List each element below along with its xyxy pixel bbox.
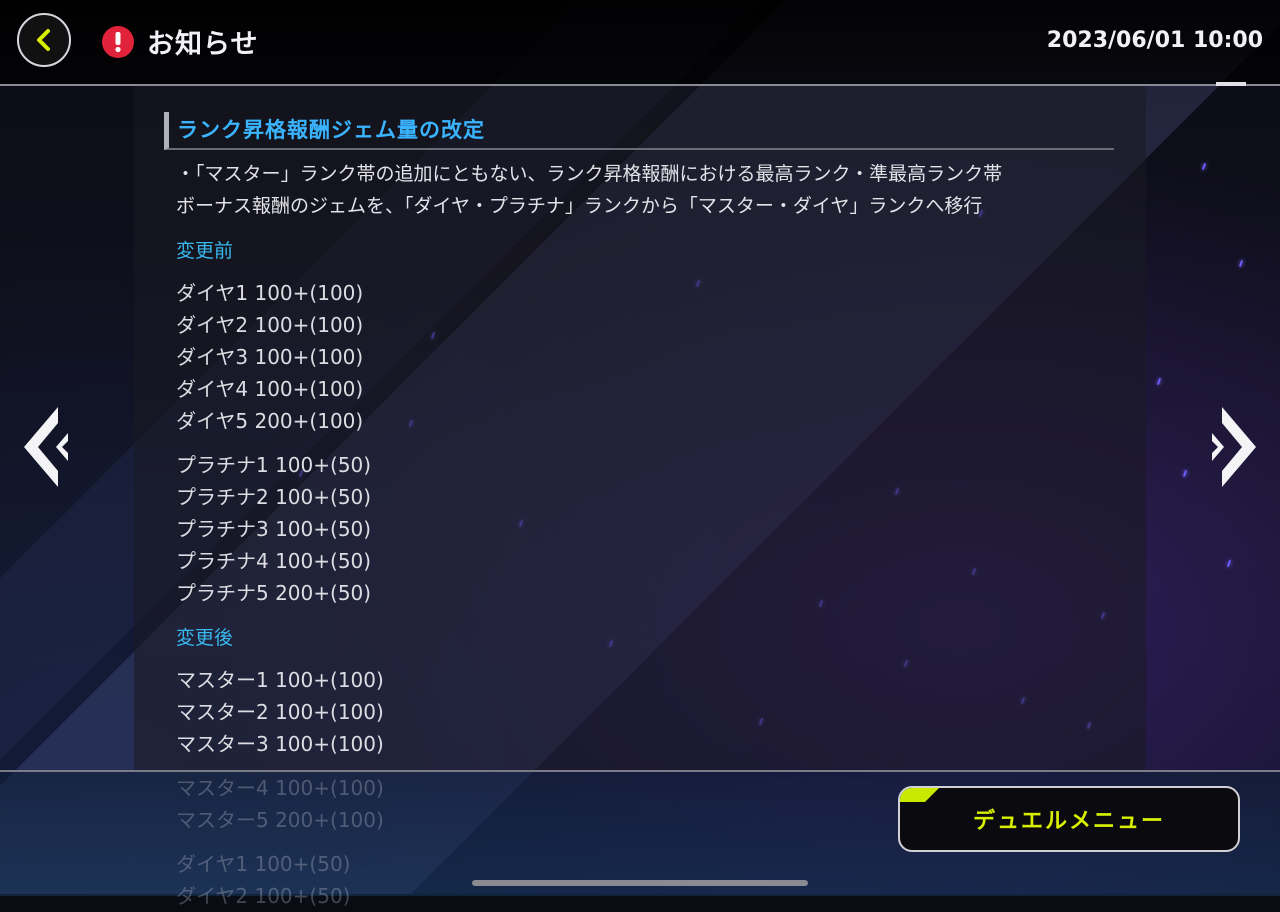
scroll-indicator [1216, 82, 1246, 86]
after-label: 変更後 [176, 627, 234, 649]
list-item: プラチナ4 100+(50) [176, 549, 372, 573]
list-item: マスター3 100+(100) [176, 732, 384, 756]
faded-list: マスター4 100+(100) マスター5 200+(100) ダイヤ1 100… [176, 772, 384, 912]
prev-page-button[interactable] [22, 405, 70, 489]
list-item: マスター1 100+(100) [176, 668, 384, 692]
notice-panel[interactable]: ランク昇格報酬ジェム量の改定 ・「マスター」ランク帯の追加にともない、ランク昇格… [134, 86, 1146, 772]
notice-description: ・「マスター」ランク帯の追加にともない、ランク昇格報酬における最高ランク・準最高… [164, 158, 1114, 222]
list-item: ダイヤ1 100+(50) [176, 852, 351, 876]
description-line: ボーナス報酬のジェムを、「ダイヤ・プラチナ」ランクから「マスター・ダイヤ」ランク… [176, 195, 983, 217]
list-item: ダイヤ2 100+(100) [176, 313, 364, 337]
next-page-button[interactable] [1210, 405, 1258, 489]
description-line: ・「マスター」ランク帯の追加にともない、ランク昇格報酬における最高ランク・準最高… [176, 163, 1003, 185]
header-bar: お知らせ 2023/06/01 10:00 [0, 0, 1280, 86]
exclamation-icon [102, 26, 134, 58]
list-item: プラチナ1 100+(50) [176, 453, 372, 477]
list-item: マスター2 100+(100) [176, 700, 384, 724]
list-item: ダイヤ4 100+(100) [176, 377, 364, 401]
list-item: マスター4 100+(100) [176, 776, 384, 800]
list-item: ダイヤ1 100+(100) [176, 281, 364, 305]
page-title: お知らせ [147, 29, 259, 60]
list-item: ダイヤ3 100+(100) [176, 345, 364, 369]
list-item: ダイヤ5 200+(100) [176, 409, 364, 433]
duel-menu-button[interactable]: デュエルメニュー [898, 786, 1240, 852]
button-accent [900, 788, 943, 802]
notice-content: ランク昇格報酬ジェム量の改定 ・「マスター」ランク帯の追加にともない、ランク昇格… [164, 112, 1114, 760]
section-title: ランク昇格報酬ジェム量の改定 [164, 112, 1114, 150]
chevron-left-icon [37, 29, 50, 51]
list-item: プラチナ5 200+(50) [176, 581, 372, 605]
list-item: ダイヤ2 100+(50) [176, 884, 351, 908]
datetime-display: 2023/06/01 10:00 [1046, 28, 1263, 53]
list-item: マスター5 200+(100) [176, 808, 384, 832]
before-diamond-list: ダイヤ1 100+(100) ダイヤ2 100+(100) ダイヤ3 100+(… [164, 277, 1114, 609]
duel-menu-label: デュエルメニュー [972, 809, 1165, 834]
list-item: プラチナ2 100+(50) [176, 485, 372, 509]
back-button[interactable] [17, 13, 71, 67]
home-indicator[interactable] [472, 880, 808, 886]
list-item: プラチナ3 100+(50) [176, 517, 372, 541]
double-chevron-right-icon [1212, 407, 1256, 487]
after-master-list: マスター1 100+(100) マスター2 100+(100) マスター3 10… [164, 664, 1114, 760]
double-chevron-left-icon [24, 407, 68, 487]
before-label: 変更前 [176, 240, 234, 262]
